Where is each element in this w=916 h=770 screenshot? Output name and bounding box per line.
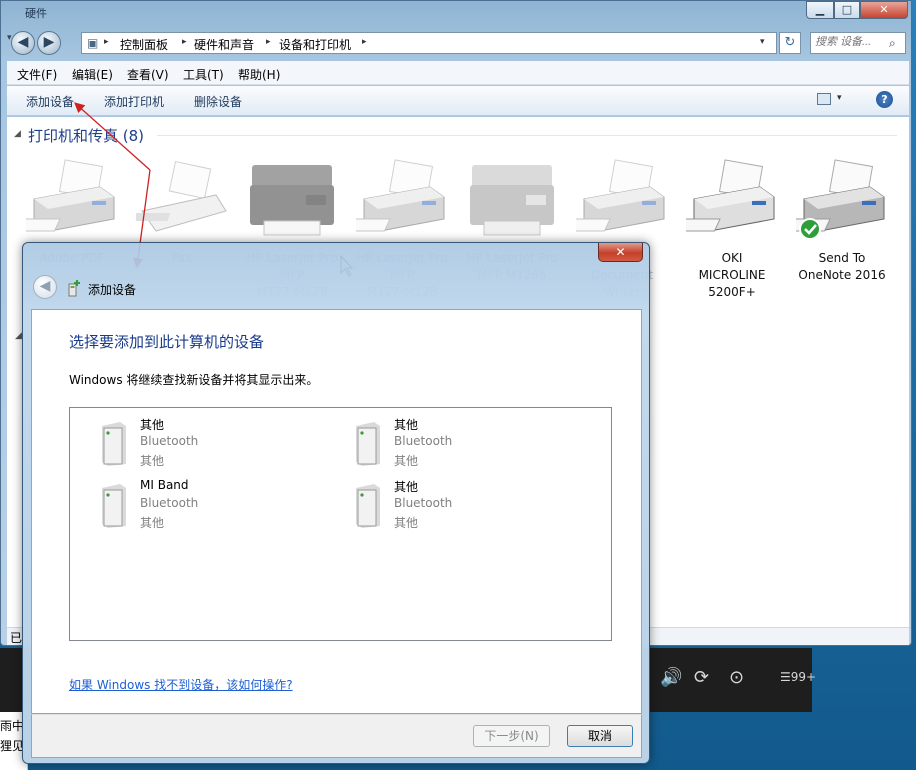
menu-file[interactable]: 文件(F) [17,66,57,83]
navigation-bar: ◀ ▶ ▾ ▣ ▸ 控制面板 ▸ 硬件和声音 ▸ 设备和打印机 ▸ ▾ ↻ ⌕ [7,29,909,57]
printer-label: MICROLINE [698,268,766,282]
printer-label: OKI [721,251,743,265]
device-item[interactable]: 其他 Bluetooth 其他 [98,416,318,472]
printer-icon [127,160,227,232]
window-title: 硬件 [25,7,47,20]
forward-button[interactable]: ▶ [37,31,61,55]
printers-group-title[interactable]: 打印机和传真 (8) [28,125,144,146]
control-panel-icon: ▣ [87,36,99,50]
collapse-group-icon[interactable]: ◢ [14,129,21,139]
view-options-dropdown[interactable]: ▾ [837,93,842,103]
address-dropdown[interactable]: ▾ [760,37,765,47]
device-tower-icon [356,484,380,528]
play-queue-button[interactable]: ☰99+ [780,670,816,684]
dialog-title: 添加设备 [88,283,137,297]
add-device-dialog: ✕ ◀ 添加设备 选择要添加到此计算机的设备 Windows 将继续查找新设备并… [22,242,650,764]
group-divider [157,135,897,136]
device-item[interactable]: 其他 Bluetooth 其他 [352,478,572,534]
search-icon[interactable]: ⌕ [889,36,896,51]
device-name: 其他 [394,418,419,432]
menu-tools[interactable]: 工具(T) [183,66,224,83]
menu-edit[interactable]: 编辑(E) [72,66,113,83]
menu-help[interactable]: 帮助(H) [238,66,280,83]
device-type: 其他 [394,454,419,468]
search-box[interactable]: ⌕ [810,32,906,54]
device-type: 其他 [394,516,419,530]
printer-label: Send To [818,251,866,265]
printer-icon [559,159,665,232]
more-icon[interactable]: ⊙ [729,666,744,690]
command-bar: 添加设备 添加打印机 删除设备 ▾ ? [7,86,909,116]
repeat-icon[interactable]: ⟳ [694,666,709,690]
device-connection: Bluetooth [394,496,453,510]
printer-icon [470,165,554,236]
device-connection: Bluetooth [140,496,199,510]
device-connection: Bluetooth [394,434,453,448]
dialog-footer: 下一步(N) 取消 [31,714,642,758]
printer-icon [339,159,445,232]
device-type: 其他 [140,454,165,468]
discovered-device-list[interactable]: 其他 Bluetooth 其他 其他 Bluetooth 其他 MI Band … [69,407,612,641]
breadcrumb-hardware-sound[interactable]: 硬件和声音 [194,36,254,53]
printer-icon [250,165,334,236]
device-tower-icon [102,422,126,466]
breadcrumb-separator[interactable]: ▸ [362,37,367,47]
remove-device-button[interactable]: 删除设备 [194,93,242,110]
change-view-icon[interactable] [817,93,831,105]
device-tower-icon [356,422,380,466]
dialog-body: 选择要添加到此计算机的设备 Windows 将继续查找新设备并将其显示出来。 其… [31,309,642,714]
maximize-button[interactable]: □ [834,1,860,19]
status-text: 已 [10,631,23,645]
printer-item[interactable]: OKI MICROLINE 5200F+ [669,159,787,301]
device-type: 其他 [140,516,165,530]
breadcrumb-separator[interactable]: ▸ [182,37,187,47]
dialog-back-button[interactable]: ◀ [33,275,57,299]
dialog-description: Windows 将继续查找新设备并将其显示出来。 [69,373,319,387]
printer-icon [669,159,775,232]
breadcrumb-separator[interactable]: ▸ [104,37,109,47]
help-icon[interactable]: ? [876,91,893,108]
dialog-heading: 选择要添加到此计算机的设备 [69,333,265,351]
volume-icon[interactable]: 🔊 [660,666,682,690]
breadcrumb-devices-printers[interactable]: 设备和打印机 [279,36,351,53]
printer-label: 5200F+ [708,285,756,299]
address-bar[interactable]: ▣ ▸ 控制面板 ▸ 硬件和声音 ▸ 设备和打印机 ▸ ▾ [81,32,777,54]
menu-view[interactable]: 查看(V) [127,66,169,83]
device-item[interactable]: MI Band Bluetooth 其他 [98,478,318,534]
device-name: 其他 [140,418,165,432]
breadcrumb-control-panel[interactable]: 控制面板 [120,36,168,53]
add-printer-button[interactable]: 添加打印机 [104,93,164,110]
device-connection: Bluetooth [140,434,199,448]
cancel-button[interactable]: 取消 [567,725,633,747]
device-item[interactable]: 其他 Bluetooth 其他 [352,416,572,472]
breadcrumb-separator[interactable]: ▸ [266,37,271,47]
printer-item[interactable]: Send To OneNote 2016 [779,159,897,284]
cannot-find-device-help-link[interactable]: 如果 Windows 找不到设备，该如何操作? [69,676,293,693]
printer-icon [779,159,885,240]
close-window-button[interactable]: ✕ [860,1,908,19]
dialog-close-button[interactable]: ✕ [598,243,643,262]
refresh-button[interactable]: ↻ [779,32,801,54]
printer-icon [9,159,115,232]
back-button[interactable]: ◀ [11,31,35,55]
device-tower-icon [102,484,126,528]
device-name: MI Band [140,478,189,492]
next-button[interactable]: 下一步(N) [473,725,550,747]
collapsed-group-icon[interactable]: ◢ [15,331,22,341]
window-title-bar[interactable]: 硬件 ▁ □ ✕ [1,1,913,27]
add-device-button[interactable]: 添加设备 [26,93,74,110]
printer-label: OneNote 2016 [798,268,886,282]
menu-bar: 文件(F) 编辑(E) 查看(V) 工具(T) 帮助(H) [7,61,909,85]
search-input[interactable] [815,36,885,48]
device-name: 其他 [394,480,419,494]
add-device-icon [68,280,80,297]
minimize-button[interactable]: ▁ [806,1,834,19]
